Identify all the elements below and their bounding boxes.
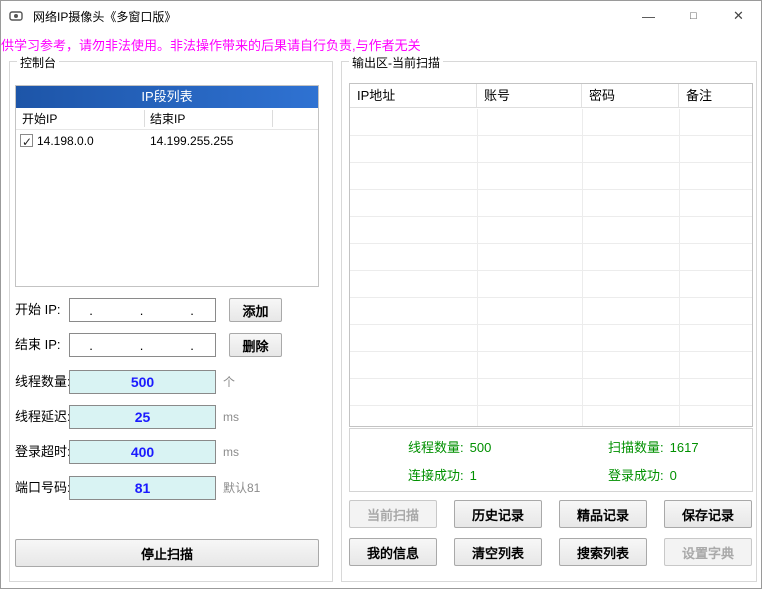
stats-row-2: 连接成功:1 登录成功:0 [350,467,752,485]
column-header-account[interactable]: 账号 [477,84,582,107]
maximize-icon[interactable]: □ [671,1,716,31]
end-ip-label: 结束 IP: [15,333,61,357]
login-timeout-label: 登录超时: [15,440,71,464]
disclaimer-text: 供学习参考，请勿非法使用。非法操作带来的后果请自行负责,与作者无关 [1,35,421,54]
table-column-line [679,109,680,426]
app-window: 网络IP摄像头《多窗口版》 — □ ✕ 供学习参考，请勿非法使用。非法操作带来的… [0,0,762,589]
port-input[interactable] [69,476,216,500]
start-ip-row: 开始 IP: 添加 [15,298,327,322]
clear-list-button[interactable]: 清空列表 [454,538,542,566]
table-column-line [582,109,583,426]
output-group-label: 输出区-当前扫描 [349,54,443,71]
login-timeout-input[interactable] [69,440,216,464]
stats-row-1: 线程数量:500 扫描数量:1617 [350,439,752,457]
current-scan-button: 当前扫描 [349,500,437,528]
column-divider [272,110,273,127]
stat-connect-success: 连接成功:1 [408,467,477,485]
end-ip-row: 结束 IP: 删除 [15,333,327,357]
set-dictionary-button: 设置字典 [664,538,752,566]
console-group-label: 控制台 [17,54,59,71]
results-table[interactable]: IP地址 账号 密码 备注 [349,83,753,427]
add-button[interactable]: 添加 [229,298,282,322]
ip-list-row[interactable]: 14.198.0.0 14.199.255.255 [16,130,318,152]
port-row: 端口号码: 默认81 [15,476,327,500]
port-label: 端口号码: [15,476,71,500]
premium-record-button[interactable]: 精品记录 [559,500,647,528]
column-divider [144,110,145,127]
console-group: 控制台 IP段列表 开始IP 结束IP 14.198.0.0 14.199.25… [9,61,333,582]
history-record-button[interactable]: 历史记录 [454,500,542,528]
thread-count-row: 线程数量: 个 [15,370,327,394]
ip-segment-list[interactable]: IP段列表 开始IP 结束IP 14.198.0.0 14.199.255.25… [15,85,319,287]
column-header-note[interactable]: 备注 [679,84,752,107]
column-header-start-ip[interactable]: 开始IP [22,108,57,130]
app-icon [9,8,25,24]
thread-count-input[interactable] [69,370,216,394]
stat-thread-count: 线程数量:500 [408,439,491,457]
port-hint: 默认81 [223,476,260,500]
thread-delay-label: 线程延迟: [15,405,71,429]
delete-button[interactable]: 删除 [229,333,282,357]
search-list-button[interactable]: 搜索列表 [559,538,647,566]
stat-login-success: 登录成功:0 [608,467,677,485]
output-group: 输出区-当前扫描 IP地址 账号 密码 备注 线程数量:500 [341,61,757,582]
thread-delay-input[interactable] [69,405,216,429]
column-header-end-ip[interactable]: 结束IP [150,108,185,130]
login-timeout-unit: ms [223,440,239,464]
stop-scan-button[interactable]: 停止扫描 [15,539,319,567]
ip-list-header: IP段列表 [16,86,318,108]
table-column-line [477,109,478,426]
thread-delay-unit: ms [223,405,239,429]
column-header-password[interactable]: 密码 [582,84,679,107]
window-controls: — □ ✕ [626,1,761,31]
end-ip-cell: 14.199.255.255 [150,130,233,152]
row-checkbox[interactable] [20,134,33,147]
titlebar: 网络IP摄像头《多窗口版》 — □ ✕ [1,1,761,31]
start-ip-label: 开始 IP: [15,298,61,322]
thread-count-unit: 个 [223,370,235,394]
start-ip-cell: 14.198.0.0 [37,130,94,152]
ip-list-column-headers: 开始IP 结束IP [16,108,318,130]
window-title: 网络IP摄像头《多窗口版》 [33,8,176,25]
column-header-ip[interactable]: IP地址 [350,84,477,107]
close-icon[interactable]: ✕ [716,1,761,31]
stat-scan-count: 扫描数量:1617 [608,439,699,457]
results-table-body [350,109,752,426]
start-ip-input[interactable] [69,298,216,322]
thread-delay-row: 线程延迟: ms [15,405,327,429]
minimize-icon[interactable]: — [626,1,671,31]
my-info-button[interactable]: 我的信息 [349,538,437,566]
save-record-button[interactable]: 保存记录 [664,500,752,528]
stats-panel: 线程数量:500 扫描数量:1617 连接成功:1 登录成功:0 [349,428,753,492]
results-table-header: IP地址 账号 密码 备注 [350,84,752,108]
login-timeout-row: 登录超时: ms [15,440,327,464]
end-ip-input[interactable] [69,333,216,357]
thread-count-label: 线程数量: [15,370,71,394]
